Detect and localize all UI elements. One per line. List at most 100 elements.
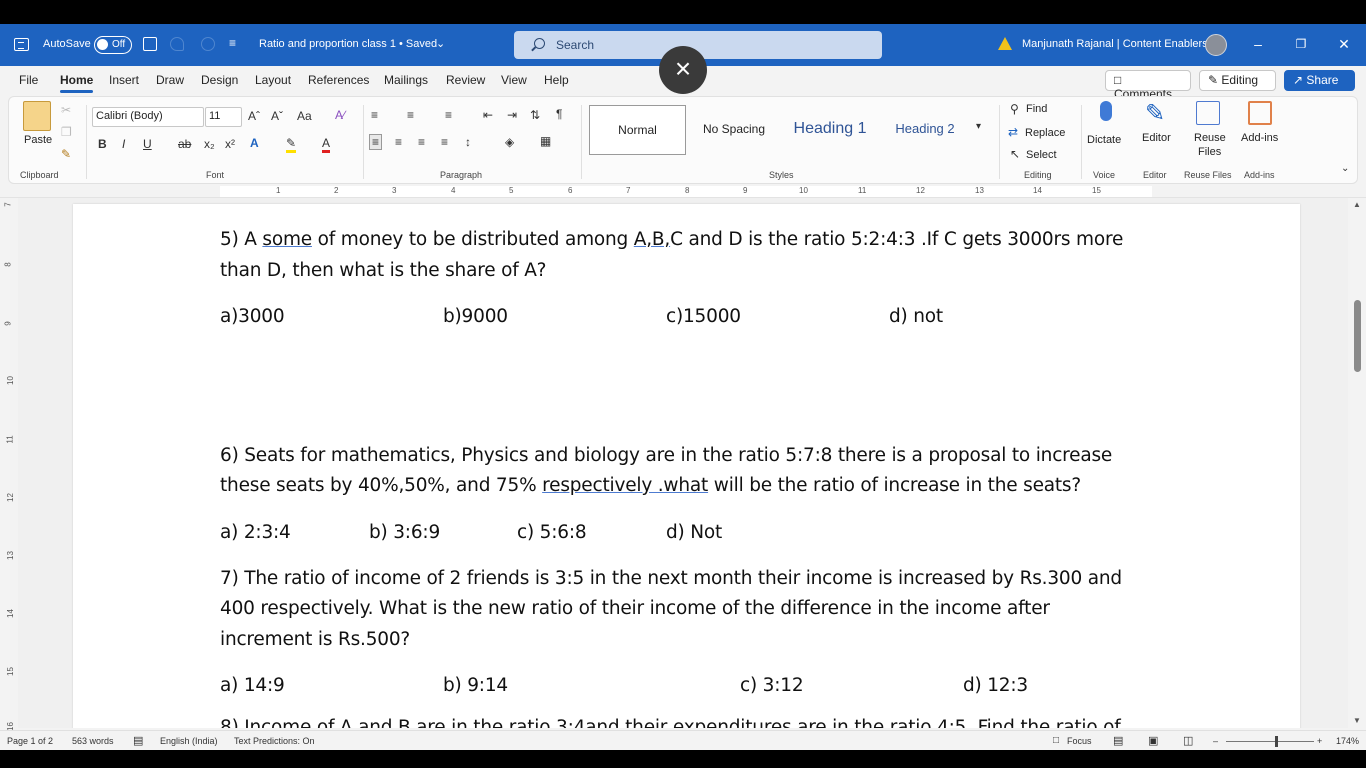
style-heading-1[interactable]: Heading 1 [782, 105, 878, 155]
horizontal-ruler[interactable]: 1 2 3 4 5 6 7 8 9 10 11 12 13 14 15 [0, 185, 1366, 198]
vertical-ruler[interactable]: 7 8 9 10 11 12 13 14 15 16 [0, 198, 18, 731]
font-color-icon[interactable]: A [322, 136, 331, 153]
strikethrough-icon[interactable]: ab [178, 137, 191, 151]
close-overlay-button[interactable]: × [659, 46, 707, 94]
replace-icon[interactable]: ⇄ [1008, 125, 1018, 139]
language[interactable]: English (India) [160, 736, 218, 746]
align-right-icon[interactable]: ≡ [418, 135, 425, 149]
comments-button[interactable]: □ Comments [1105, 70, 1191, 101]
editing-mode-button[interactable]: ✎ Editing [1199, 70, 1276, 91]
web-layout-icon[interactable]: ◫ [1183, 734, 1193, 747]
format-painter-icon[interactable]: ✎ [61, 147, 71, 161]
share-button[interactable]: ↗ Share [1284, 70, 1355, 91]
save-icon[interactable] [143, 37, 157, 51]
customize-toolbar-icon[interactable]: ≡ [229, 36, 236, 50]
page-count[interactable]: Page 1 of 2 [7, 736, 53, 746]
minimize-icon[interactable]: – [1250, 36, 1266, 52]
tab-view[interactable]: View [501, 73, 527, 87]
scroll-thumb[interactable] [1354, 300, 1361, 372]
superscript-icon[interactable]: x² [225, 137, 235, 151]
redo-icon[interactable] [201, 37, 215, 51]
zoom-level[interactable]: 174% [1336, 736, 1359, 746]
user-name[interactable]: Manjunath Rajanal | Content Enablers [1022, 38, 1208, 50]
underline-icon[interactable]: U [143, 137, 152, 151]
document-page[interactable]: 5) A some of money to be distributed amo… [73, 204, 1300, 728]
borders-icon[interactable]: ▦ [540, 134, 551, 148]
tab-draw[interactable]: Draw [156, 73, 184, 87]
font-size-select[interactable]: 11 [205, 107, 242, 127]
sort-icon[interactable]: ⇅ [530, 108, 540, 122]
bold-icon[interactable]: B [98, 137, 107, 151]
paste-label[interactable]: Paste [24, 134, 52, 146]
focus-button[interactable]: Focus [1067, 736, 1092, 746]
add-ins-icon[interactable] [1248, 101, 1272, 125]
replace-button[interactable]: Replace [1025, 127, 1065, 139]
increase-indent-icon[interactable]: ⇥ [507, 108, 517, 122]
select-icon[interactable]: ↖ [1010, 147, 1020, 161]
style-normal[interactable]: Normal [589, 105, 686, 155]
proofing-icon[interactable]: ▤ [133, 734, 143, 747]
collapse-ribbon-icon[interactable]: ⌄ [1341, 163, 1349, 174]
tab-home[interactable]: Home [60, 73, 94, 93]
reuse-files-label[interactable]: Files [1198, 146, 1221, 158]
word-count[interactable]: 563 words [72, 736, 114, 746]
vertical-scrollbar[interactable]: ▲ ▼ [1348, 198, 1366, 728]
style-no-spacing[interactable]: No Spacing [694, 105, 774, 155]
grow-font-icon[interactable]: Aˆ [248, 109, 260, 123]
italic-icon[interactable]: I [122, 137, 125, 151]
reuse-files-icon[interactable] [1196, 101, 1220, 125]
zoom-slider-thumb[interactable] [1275, 736, 1278, 747]
restore-icon[interactable]: ❐ [1293, 36, 1309, 52]
document-title[interactable]: Ratio and proportion class 1 • Saved [259, 38, 437, 50]
cut-icon[interactable]: ✂ [61, 103, 71, 117]
text-effects-icon[interactable]: A [250, 136, 259, 150]
zoom-out-icon[interactable]: – [1213, 736, 1218, 746]
tab-design[interactable]: Design [201, 73, 238, 87]
paste-icon[interactable] [23, 101, 51, 131]
shading-icon[interactable]: ◈ [505, 135, 514, 149]
align-left-icon[interactable]: ≡ [369, 134, 383, 150]
tab-review[interactable]: Review [446, 73, 485, 87]
shrink-font-icon[interactable]: Aˇ [271, 109, 283, 123]
grammar-flag[interactable]: respectively .what [542, 475, 708, 496]
tab-insert[interactable]: Insert [109, 73, 139, 87]
tab-references[interactable]: References [308, 73, 369, 87]
copy-icon[interactable]: ❐ [61, 125, 72, 139]
justify-icon[interactable]: ≡ [441, 135, 448, 149]
decrease-indent-icon[interactable]: ⇤ [483, 108, 493, 122]
numbering-icon[interactable]: ≡ [407, 108, 414, 122]
spelling-flag[interactable]: A,B, [634, 229, 671, 250]
spelling-flag[interactable]: some [262, 229, 312, 250]
line-spacing-icon[interactable]: ↕ [465, 135, 471, 149]
avatar[interactable] [1205, 34, 1227, 56]
clear-formatting-icon[interactable]: A∕ [335, 108, 345, 122]
show-formatting-icon[interactable]: ¶ [556, 107, 562, 121]
align-center-icon[interactable]: ≡ [395, 135, 402, 149]
multilevel-list-icon[interactable]: ≡ [445, 108, 452, 122]
scroll-up-icon[interactable]: ▲ [1353, 200, 1361, 209]
tab-layout[interactable]: Layout [255, 73, 291, 87]
highlight-icon[interactable]: ✎ [286, 136, 297, 153]
chevron-down-icon[interactable]: ⌄ [436, 37, 445, 50]
select-button[interactable]: Select [1026, 149, 1057, 161]
undo-icon[interactable] [170, 37, 184, 51]
dictate-button[interactable]: Dictate [1087, 134, 1121, 146]
microphone-icon[interactable] [1100, 101, 1112, 121]
find-button[interactable]: Find [1026, 103, 1047, 115]
change-case-icon[interactable]: Aa [297, 109, 312, 123]
read-mode-icon[interactable]: ▤ [1113, 734, 1123, 747]
focus-icon[interactable]: □ [1053, 735, 1059, 746]
font-name-select[interactable]: Calibri (Body) [92, 107, 204, 127]
subscript-icon[interactable]: x₂ [204, 137, 215, 151]
close-window-icon[interactable]: ✕ [1336, 36, 1352, 52]
editor-icon[interactable]: ✎ [1145, 99, 1165, 128]
styles-more-icon[interactable]: ▾ [976, 121, 981, 132]
find-icon[interactable]: ⚲ [1010, 102, 1019, 116]
scroll-down-icon[interactable]: ▼ [1353, 716, 1361, 725]
zoom-in-icon[interactable]: + [1317, 736, 1322, 746]
warning-icon[interactable] [998, 37, 1012, 50]
tab-mailings[interactable]: Mailings [384, 73, 428, 87]
reuse-button[interactable]: Reuse [1194, 132, 1226, 144]
text-predictions[interactable]: Text Predictions: On [234, 736, 315, 746]
add-ins-button[interactable]: Add-ins [1241, 132, 1278, 144]
